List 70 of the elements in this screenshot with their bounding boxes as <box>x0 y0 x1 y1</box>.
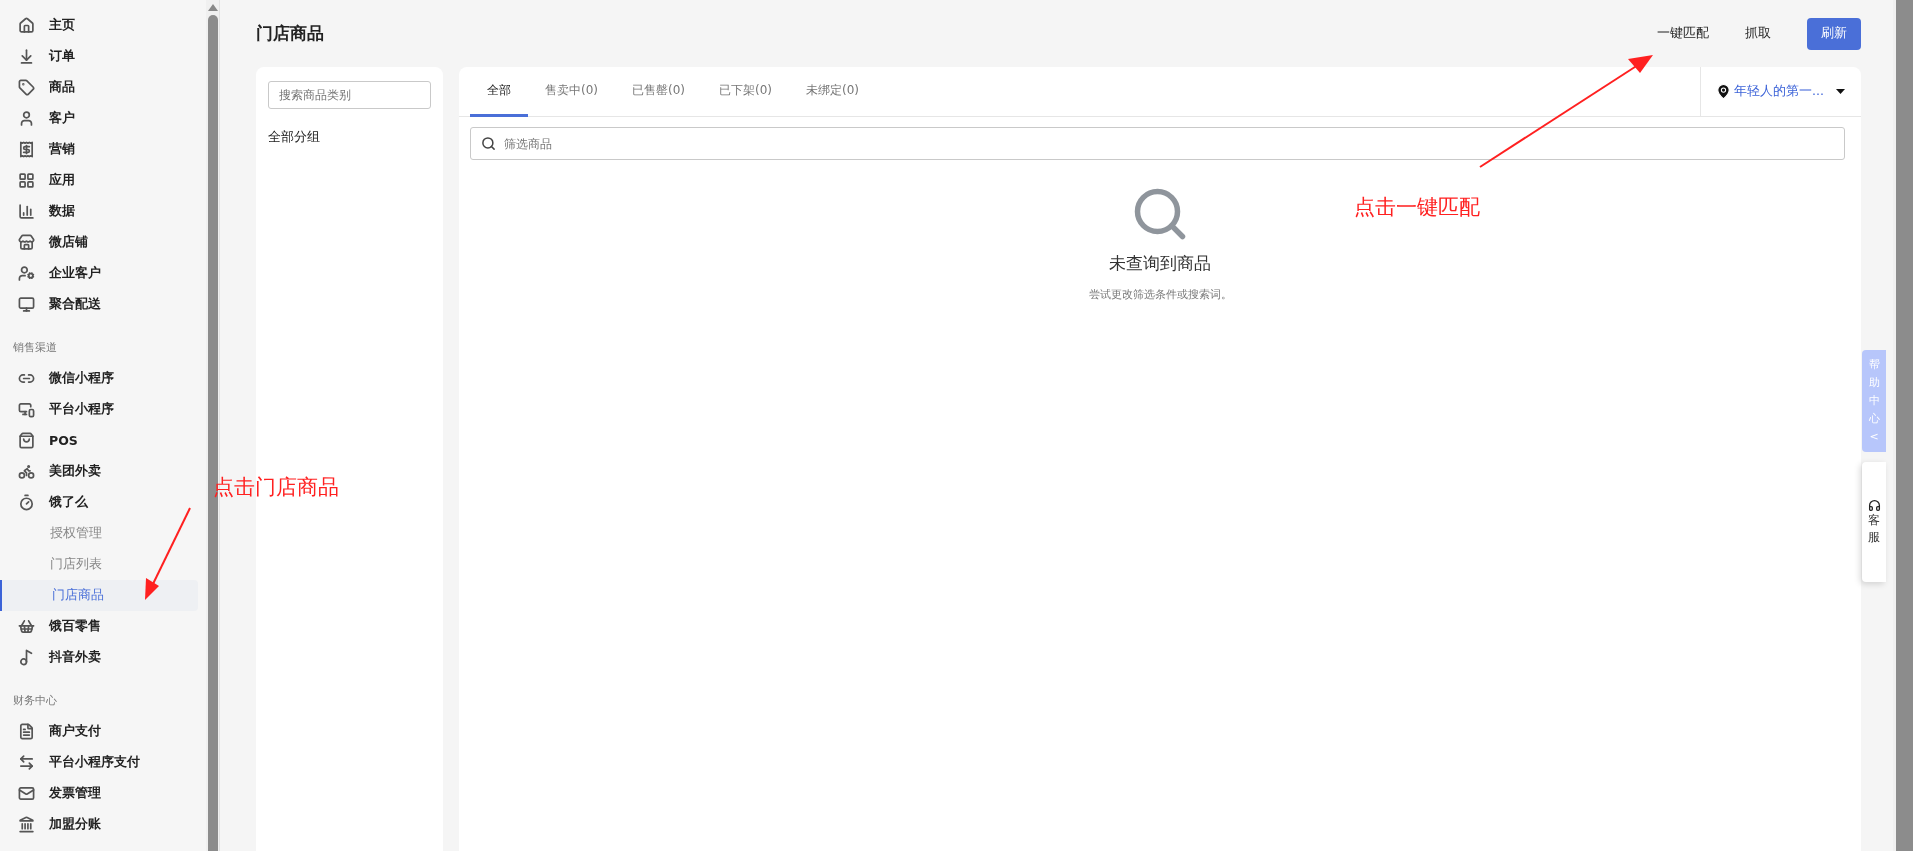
menu-icon <box>18 463 35 480</box>
category-item[interactable]: 全部分组 <box>268 129 431 146</box>
store-selector[interactable]: 年轻人的第一... <box>1700 67 1861 116</box>
sidebar-item[interactable]: 主页 <box>0 10 206 41</box>
menu-icon <box>18 172 35 189</box>
sidebar-item[interactable]: 微信小程序 <box>0 363 206 394</box>
sidebar-item[interactable]: 加盟分账 <box>0 809 206 840</box>
section-label: 销售渠道 <box>12 340 58 356</box>
menu-icon <box>18 296 35 313</box>
sidebar-item[interactable]: 应用 <box>0 165 206 196</box>
sidebar-item[interactable]: 微店铺 <box>0 227 206 258</box>
menu-icon <box>18 494 35 511</box>
sidebar-subitem[interactable]: 门店商品 <box>0 580 198 611</box>
menu-icon <box>18 141 35 158</box>
filter-field[interactable]: 筛选商品 <box>470 127 1845 160</box>
sidebar-item[interactable]: 平台小程序 <box>0 394 206 425</box>
customer-service-tab[interactable]: 客 服 <box>1862 462 1886 582</box>
annotation-text: 点击门店商品 <box>213 474 339 501</box>
sidebar-item[interactable]: 饿了么 <box>0 487 206 518</box>
sidebar-item[interactable]: 商户支付 <box>0 716 206 747</box>
category-search-field[interactable]: 搜索商品类别 <box>268 81 431 109</box>
menu-icon <box>18 618 35 635</box>
menu-icon <box>18 816 35 833</box>
sidebar-item[interactable]: 饿百零售 <box>0 611 206 642</box>
refresh-button[interactable]: 刷新 <box>1807 17 1861 50</box>
scroll-up-icon[interactable] <box>207 4 218 11</box>
sidebar-item[interactable]: 订单 <box>0 41 206 72</box>
tab[interactable]: 售卖中(0) <box>528 67 615 117</box>
menu-icon <box>18 649 35 666</box>
action-button[interactable]: 抓取 <box>1731 19 1785 48</box>
menu-icon <box>18 17 35 34</box>
caret-icon <box>1836 89 1845 94</box>
sidebar-item[interactable]: 平台小程序支付 <box>0 747 206 778</box>
sidebar-subitem[interactable]: 授权管理 <box>0 518 198 549</box>
empty-hint: 尝试更改筛选条件或搜索词。 <box>1088 287 1232 302</box>
sidebar-item[interactable]: 营销 <box>0 134 206 165</box>
page-title: 门店商品 <box>256 22 325 45</box>
menu-icon <box>18 79 35 96</box>
tab[interactable]: 未绑定(0) <box>789 67 876 117</box>
menu-icon <box>18 401 35 418</box>
sidebar-item[interactable]: 客户 <box>0 103 206 134</box>
menu-icon <box>18 754 35 771</box>
sidebar-item[interactable]: 发票管理 <box>0 778 206 809</box>
sidebar-item[interactable]: POS <box>0 425 206 456</box>
section-label: 财务中心 <box>12 693 58 709</box>
menu-icon <box>18 432 35 449</box>
tab[interactable]: 已售罄(0) <box>615 67 702 117</box>
sidebar-item[interactable]: 企业客户 <box>0 258 206 289</box>
menu-icon <box>18 265 35 282</box>
location-pin-icon <box>1715 83 1733 100</box>
sidebar-item[interactable]: 数据 <box>0 196 206 227</box>
headset-icon <box>1867 498 1881 512</box>
search-icon <box>481 136 496 151</box>
tab[interactable]: 全部 <box>470 67 528 117</box>
menu-icon <box>18 234 35 251</box>
sidebar-item[interactable]: 商品 <box>0 72 206 103</box>
sidebar-item[interactable]: 抖音外卖 <box>0 642 206 673</box>
menu-icon <box>18 723 35 740</box>
sidebar-subitem[interactable]: 门店列表 <box>0 549 198 580</box>
action-button[interactable]: 一键匹配 <box>1643 19 1723 48</box>
menu-icon <box>18 203 35 220</box>
menu-icon <box>18 110 35 127</box>
scrollbar[interactable] <box>1893 0 1913 851</box>
sidebar-item[interactable]: 美团外卖 <box>0 456 206 487</box>
annotation-text: 点击一键匹配 <box>1354 194 1480 221</box>
tab[interactable]: 已下架(0) <box>702 67 789 117</box>
menu-icon <box>18 785 35 802</box>
empty-title: 未查询到商品 <box>1109 252 1211 275</box>
sidebar-item[interactable]: 聚合配送 <box>0 289 206 320</box>
menu-icon <box>18 48 35 65</box>
